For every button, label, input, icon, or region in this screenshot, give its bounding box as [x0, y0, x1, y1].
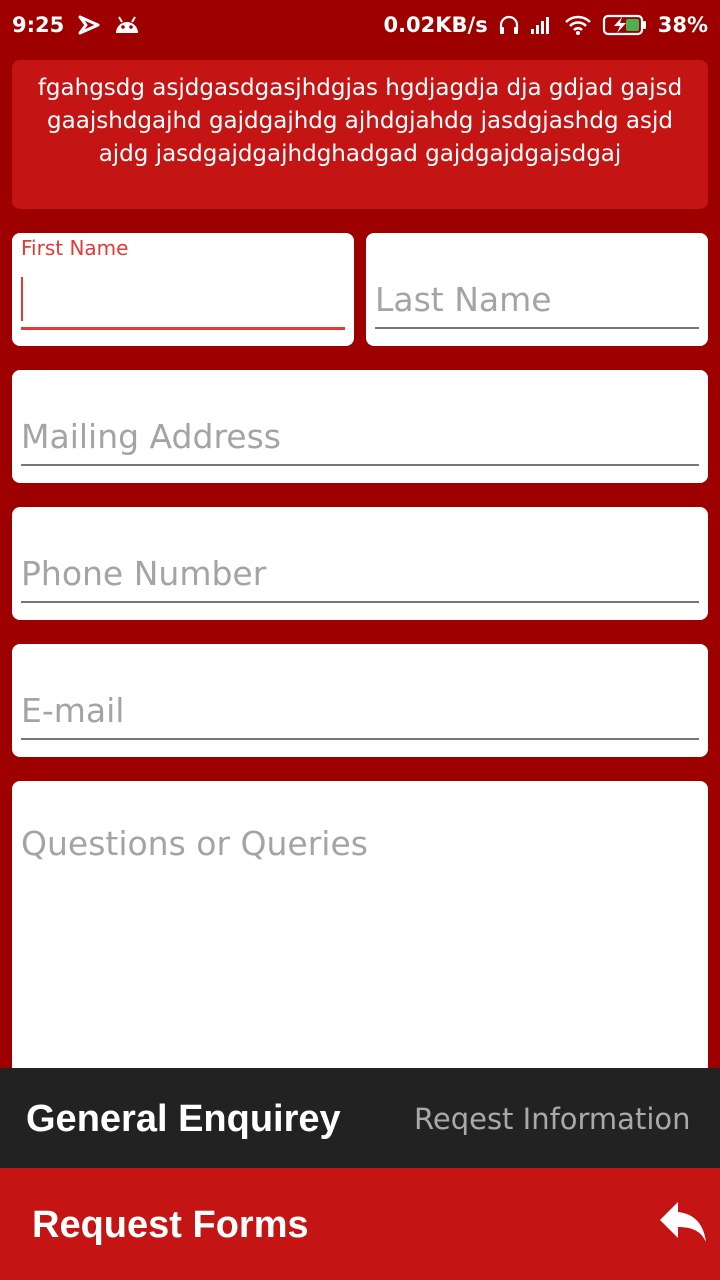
email-underline — [21, 738, 699, 740]
mailing-address-card — [12, 370, 708, 483]
notification-app-icon — [78, 15, 100, 35]
phone-number-input[interactable] — [21, 549, 699, 597]
last-name-underline — [375, 327, 699, 329]
phone-number-card — [12, 507, 708, 620]
queries-textarea[interactable] — [21, 821, 699, 1061]
phone-number-underline — [21, 601, 699, 603]
first-name-label: First Name — [21, 236, 129, 260]
battery-charging-icon — [602, 14, 648, 36]
queries-card — [12, 781, 708, 1081]
last-name-input[interactable] — [375, 275, 699, 323]
info-banner: fgahgsdg asjdgasdgasjhdgjas hgdjagdja dj… — [12, 60, 708, 209]
screen-title: Request Forms — [32, 1204, 309, 1246]
signal-icon — [530, 15, 554, 35]
mailing-address-underline — [21, 464, 699, 466]
tab-general-enquiry[interactable]: General Enquirey — [26, 1098, 341, 1141]
status-net-speed: 0.02KB/s — [383, 13, 488, 37]
last-name-card — [366, 233, 708, 346]
status-bar: 9:25 0.02KB/s 38% — [0, 0, 720, 50]
tab-bar: General Enquirey Reqest Information — [0, 1068, 720, 1168]
text-cursor — [21, 277, 23, 321]
first-name-input[interactable] — [21, 275, 345, 323]
first-name-card: First Name — [12, 233, 354, 346]
app-screen: 9:25 0.02KB/s 38% fgahgsdg asjdgasdgasjh… — [0, 0, 720, 1280]
email-card — [12, 644, 708, 757]
email-input[interactable] — [21, 686, 699, 734]
first-name-underline — [21, 327, 345, 330]
battery-percent: 38% — [657, 13, 708, 37]
reply-button[interactable] — [654, 1198, 712, 1250]
wifi-icon — [564, 14, 592, 36]
headset-icon — [498, 14, 520, 36]
android-icon — [114, 15, 140, 35]
banner-text: fgahgsdg asjdgasdgasjhdgjas hgdjagdja dj… — [37, 75, 683, 167]
tab-request-information[interactable]: Reqest Information — [414, 1102, 691, 1136]
bottom-app-bar: Request Forms — [0, 1168, 720, 1280]
reply-icon — [658, 1200, 708, 1249]
mailing-address-input[interactable] — [21, 412, 699, 460]
status-time: 9:25 — [12, 13, 65, 37]
